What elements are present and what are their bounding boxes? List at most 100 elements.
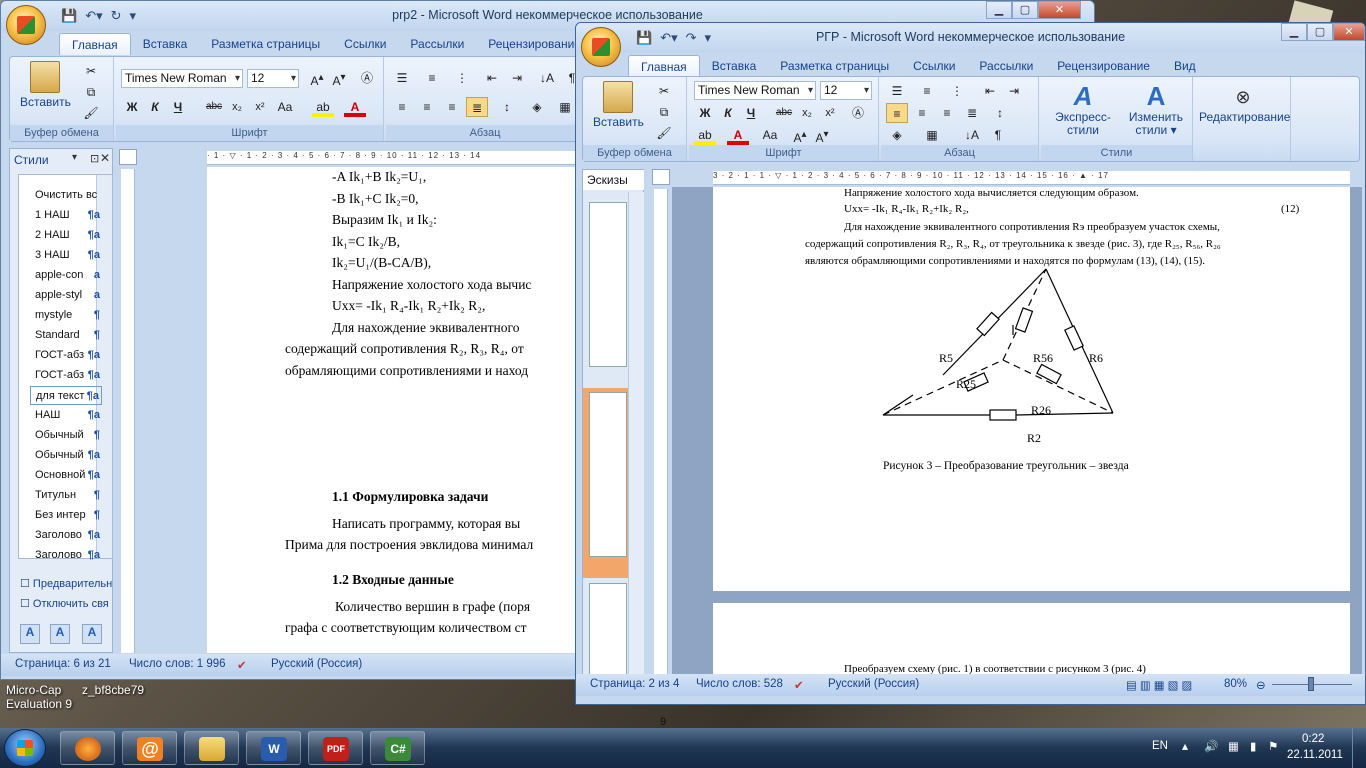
- zoom-level[interactable]: 80%: [1224, 678, 1247, 690]
- font-size-combo[interactable]: 12: [247, 69, 299, 88]
- customize-qat-icon[interactable]: ▾: [130, 8, 137, 24]
- decrease-indent-icon[interactable]: ⇤: [481, 68, 503, 88]
- office-button[interactable]: [581, 27, 621, 67]
- font-name-combo[interactable]: Times New Roman: [694, 81, 816, 100]
- disable-linked-checkbox[interactable]: ☐ Отключить свя: [20, 597, 109, 610]
- style-item[interactable]: Standard ¶: [30, 326, 102, 345]
- paste-button[interactable]: Вставить: [20, 61, 71, 109]
- align-right-icon[interactable]: ≡: [936, 103, 958, 123]
- show-hidden-icons[interactable]: ▴: [1182, 739, 1188, 753]
- style-item[interactable]: ГОСТ-абз ¶a: [30, 346, 102, 365]
- highlight-icon[interactable]: ab: [694, 125, 716, 145]
- status-page[interactable]: Страница: 2 из 4: [590, 678, 679, 690]
- grow-font-icon[interactable]: A▴: [306, 68, 328, 88]
- tab-insert[interactable]: Вставка: [131, 33, 200, 55]
- minimize-button[interactable]: ▁: [986, 1, 1012, 19]
- style-item[interactable]: 1 НАШ ¶a: [30, 206, 102, 225]
- tab-references[interactable]: Ссылки: [332, 33, 398, 55]
- italic-icon[interactable]: К: [144, 97, 166, 117]
- style-item[interactable]: Заголово ¶a: [30, 526, 102, 545]
- undo-icon[interactable]: ↶▾: [85, 8, 102, 24]
- line-spacing-icon[interactable]: ↕: [989, 103, 1011, 123]
- underline-icon[interactable]: Ч: [740, 103, 762, 123]
- close-button[interactable]: ✕: [1038, 1, 1081, 19]
- tab-mailings[interactable]: Рассылки: [398, 33, 476, 55]
- new-style-icon[interactable]: A: [20, 624, 40, 644]
- minimize-button[interactable]: ▁: [1281, 23, 1307, 41]
- spellcheck-icon[interactable]: ✔: [237, 658, 247, 672]
- align-center-icon[interactable]: ≡: [416, 97, 438, 117]
- vertical-ruler[interactable]: [654, 189, 668, 675]
- undo-icon[interactable]: ↶▾: [660, 30, 677, 46]
- maximize-button[interactable]: ▢: [1307, 23, 1333, 41]
- save-icon[interactable]: 💾: [61, 8, 77, 24]
- horizontal-ruler[interactable]: 3 · 2 · 1 · 1 · ▽ · 1 · 2 · 3 · 4 · 5 · …: [713, 171, 1350, 185]
- borders-icon[interactable]: ▦: [554, 97, 576, 117]
- numbering-icon[interactable]: ≡: [421, 68, 443, 88]
- font-size-combo[interactable]: 12: [820, 81, 872, 100]
- word-window-rgr[interactable]: РГР - Microsoft Word некоммерческое испо…: [575, 22, 1366, 705]
- font-color-icon[interactable]: A: [727, 125, 749, 145]
- input-language[interactable]: EN: [1152, 740, 1168, 752]
- tab-home[interactable]: Главная: [628, 55, 700, 77]
- document-page[interactable]: -A Ik₁+B Ik₂=U₁, -B Ik₁+C Ik₂=0, Выразим I…: [207, 167, 577, 653]
- increase-indent-icon[interactable]: ⇥: [506, 68, 528, 88]
- title-bar[interactable]: РГР - Microsoft Word некоммерческое испо…: [576, 23, 1365, 53]
- style-item[interactable]: для текст ¶a: [30, 386, 102, 405]
- bullets-icon[interactable]: ☰: [886, 81, 908, 101]
- style-item[interactable]: Обычный ¶: [30, 426, 102, 445]
- style-item[interactable]: apple-styl a: [30, 286, 102, 305]
- style-item[interactable]: apple-con a: [30, 266, 102, 285]
- cut-icon[interactable]: ✂: [653, 81, 675, 101]
- subscript-icon[interactable]: x₂: [226, 97, 248, 117]
- clock-date[interactable]: 22.11.2011: [1287, 749, 1343, 761]
- taskbar-pdf[interactable]: PDF: [308, 731, 363, 765]
- style-item[interactable]: Заголово ¶a: [30, 546, 102, 565]
- tab-view[interactable]: Вид: [1162, 55, 1208, 77]
- tab-page-layout[interactable]: Разметка страницы: [768, 55, 901, 77]
- align-right-icon[interactable]: ≡: [441, 97, 463, 117]
- strikethrough-icon[interactable]: abc: [773, 103, 795, 123]
- change-styles-button[interactable]: A Изменить стили ▾: [1125, 81, 1187, 137]
- status-language[interactable]: Русский (Россия): [828, 678, 919, 690]
- justify-icon[interactable]: ≣: [466, 97, 488, 117]
- superscript-icon[interactable]: x²: [819, 103, 841, 123]
- office-button[interactable]: [6, 5, 46, 45]
- style-item[interactable]: Титульн ¶: [30, 486, 102, 505]
- bold-icon[interactable]: Ж: [121, 97, 143, 117]
- superscript-icon[interactable]: x²: [249, 97, 271, 117]
- desktop-icon-micro-cap[interactable]: Micro-Cap Evaluation 9: [6, 683, 72, 711]
- shading-icon[interactable]: ◈: [886, 125, 908, 145]
- clock-time[interactable]: 0:22: [1302, 733, 1324, 745]
- document-page[interactable]: Напряжение холостого хода вычисляется сл…: [713, 187, 1350, 591]
- cut-icon[interactable]: ✂: [80, 61, 102, 81]
- style-item[interactable]: Основной ¶a: [30, 466, 102, 485]
- tab-page-layout[interactable]: Разметка страницы: [199, 33, 332, 55]
- align-left-icon[interactable]: ≡: [886, 103, 908, 123]
- shading-icon[interactable]: ◈: [526, 97, 548, 117]
- taskbar-firefox[interactable]: [60, 731, 115, 765]
- tab-mailings[interactable]: Рассылки: [967, 55, 1045, 77]
- borders-icon[interactable]: ▦: [921, 125, 943, 145]
- taskbar-mail[interactable]: @: [122, 731, 177, 765]
- editing-button[interactable]: ⊗ Редактирование: [1199, 83, 1290, 124]
- style-inspector-icon[interactable]: A: [50, 624, 70, 644]
- volume-icon[interactable]: 🔊: [1204, 739, 1218, 753]
- style-item[interactable]: ГОСТ-абз ¶a: [30, 366, 102, 385]
- sort-icon[interactable]: ↓A: [961, 125, 983, 145]
- status-words[interactable]: Число слов: 528: [696, 678, 783, 690]
- start-button[interactable]: [4, 729, 46, 767]
- clear-format-icon[interactable]: Ⓐ: [847, 103, 869, 123]
- format-painter-icon[interactable]: 🖌: [653, 123, 675, 143]
- decrease-indent-icon[interactable]: ⇤: [979, 81, 1001, 101]
- taskbar-csharp[interactable]: C#: [370, 731, 425, 765]
- shrink-font-icon[interactable]: A▾: [811, 125, 833, 145]
- page-thumbnail-1[interactable]: [589, 202, 627, 367]
- document-page-next[interactable]: Преобразуем схему (рис. 1) в соответстви…: [713, 603, 1350, 675]
- style-item[interactable]: 3 НАШ ¶a: [30, 246, 102, 265]
- style-item[interactable]: Обычный ¶a: [30, 446, 102, 465]
- bullets-icon[interactable]: ☰: [391, 68, 413, 88]
- desktop-icon-folder[interactable]: z_bf8cbe79: [82, 683, 144, 697]
- bold-icon[interactable]: Ж: [694, 103, 716, 123]
- horizontal-ruler[interactable]: · 1 · ▽ · 1 · 2 · 3 · 4 · 5 · 6 · 7 · 8 …: [207, 151, 577, 165]
